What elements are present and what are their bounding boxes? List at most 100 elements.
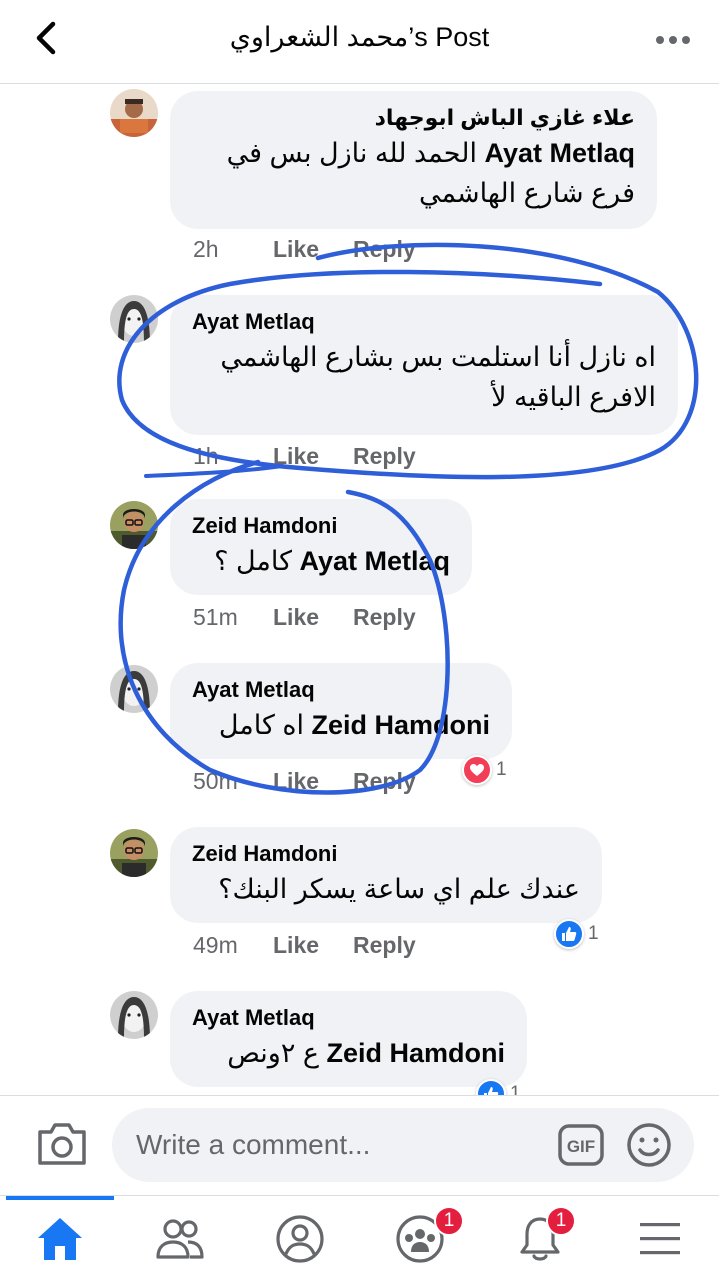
- avatar[interactable]: [110, 501, 158, 549]
- comment-text-line1: اه نازل أنا استلمت بس بشارع الهاشمي: [220, 342, 656, 372]
- like-reaction-icon: [554, 919, 584, 949]
- tab-groups[interactable]: 1: [360, 1196, 480, 1280]
- comment-bubble[interactable]: Ayat Metlaq اه نازل أنا استلمت بس بشارع …: [170, 295, 678, 435]
- comment-actions: 50m Like Reply: [193, 768, 416, 795]
- reply-link[interactable]: Reply: [353, 604, 416, 631]
- comment-time[interactable]: 51m: [193, 604, 273, 631]
- reaction-count: 1: [588, 923, 599, 944]
- comment-actions: 2h Like Reply: [193, 236, 416, 263]
- hamburger-menu-icon: [640, 1222, 680, 1254]
- like-reaction-icon: [476, 1079, 506, 1095]
- more-dots-icon: [656, 36, 690, 44]
- tab-notifications[interactable]: 1: [480, 1196, 600, 1280]
- comments-list: علاء غازي الباش ابوجهاد Ayat Metlaq الحم…: [0, 85, 719, 1095]
- comment-author[interactable]: Ayat Metlaq: [192, 1003, 505, 1033]
- comment-bubble[interactable]: Zeid Hamdoni عندك علم اي ساعة يسكر البنك…: [170, 827, 602, 923]
- tab-friends[interactable]: [120, 1196, 240, 1280]
- emoji-icon: [627, 1123, 671, 1167]
- comment-bubble[interactable]: علاء غازي الباش ابوجهاد Ayat Metlaq الحم…: [170, 91, 657, 229]
- more-options-button[interactable]: [651, 22, 695, 58]
- comment-time[interactable]: 2h: [193, 236, 273, 263]
- reaction-summary[interactable]: 1: [462, 755, 507, 785]
- notifications-badge: 1: [546, 1206, 576, 1236]
- comment-actions: 51m Like Reply: [193, 604, 416, 631]
- comment-bubble[interactable]: Ayat Metlaq Zeid Hamdoni اه كامل: [170, 663, 512, 759]
- comment-text-body: كامل ؟: [214, 546, 292, 576]
- gif-icon: GIF: [558, 1124, 604, 1166]
- avatar[interactable]: [110, 829, 158, 877]
- comment-author[interactable]: Ayat Metlaq: [192, 307, 656, 337]
- comment-text: Ayat Metlaq الحمد لله نازل بس في: [192, 133, 635, 173]
- tab-active-indicator: [6, 1196, 114, 1200]
- mention-link[interactable]: Ayat Metlaq: [299, 546, 450, 576]
- reply-link[interactable]: Reply: [353, 768, 416, 795]
- home-icon: [38, 1217, 82, 1260]
- like-link[interactable]: Like: [273, 604, 353, 631]
- avatar[interactable]: [110, 665, 158, 713]
- bottom-tab-bar: 1 1: [0, 1195, 719, 1280]
- comment-input[interactable]: [136, 1108, 536, 1182]
- avatar-photo-icon: [110, 501, 158, 549]
- mention-link[interactable]: Ayat Metlaq: [484, 138, 635, 168]
- camera-icon: [38, 1123, 86, 1165]
- reply-link[interactable]: Reply: [353, 236, 416, 263]
- like-link[interactable]: Like: [273, 236, 353, 263]
- reaction-count: 1: [510, 1083, 521, 1095]
- comment-input-wrapper: GIF: [112, 1108, 694, 1182]
- avatar-photo-icon: [110, 991, 158, 1039]
- friends-icon: [156, 1218, 204, 1259]
- avatar[interactable]: [110, 295, 158, 343]
- comment-time[interactable]: 1h: [193, 443, 273, 470]
- comment-time[interactable]: 50m: [193, 768, 273, 795]
- comment-actions: 1h Like Reply: [193, 443, 416, 470]
- comment-text: Zeid Hamdoni اه كامل: [192, 705, 490, 745]
- comment-author[interactable]: Zeid Hamdoni: [192, 511, 450, 541]
- love-reaction-icon: [462, 755, 492, 785]
- comment-text-line2: الافرع الباقيه لأ: [491, 382, 656, 412]
- avatar[interactable]: [110, 991, 158, 1039]
- avatar-photo-icon: [110, 665, 158, 713]
- post-header: محمد الشعراوي’s Post: [0, 0, 719, 84]
- comment-bubble[interactable]: Ayat Metlaq Zeid Hamdoni ع ٢ونص: [170, 991, 527, 1087]
- like-link[interactable]: Like: [273, 768, 353, 795]
- comment-author[interactable]: Ayat Metlaq: [192, 675, 490, 705]
- reaction-count: 1: [496, 759, 507, 780]
- comment-text-body: ع ٢ونص: [227, 1038, 319, 1068]
- tab-menu[interactable]: [600, 1196, 719, 1280]
- gif-button[interactable]: GIF: [558, 1124, 604, 1166]
- comment-author[interactable]: علاء غازي الباش ابوجهاد: [192, 103, 635, 133]
- reaction-summary[interactable]: 1: [554, 919, 599, 949]
- avatar-photo-icon: [110, 295, 158, 343]
- profile-icon: [276, 1214, 324, 1263]
- page-title: محمد الشعراوي’s Post: [229, 22, 490, 52]
- back-button[interactable]: [26, 18, 66, 58]
- tab-profile[interactable]: [240, 1196, 360, 1280]
- comment-author[interactable]: Zeid Hamdoni: [192, 839, 580, 869]
- reaction-summary[interactable]: 1: [476, 1079, 521, 1095]
- comment-text-line1: الحمد لله نازل بس في: [226, 138, 477, 168]
- like-link[interactable]: Like: [273, 932, 353, 959]
- mention-link[interactable]: Zeid Hamdoni: [326, 1038, 505, 1068]
- comment-bubble[interactable]: Zeid Hamdoni Ayat Metlaq كامل ؟: [170, 499, 472, 595]
- chevron-left-icon: [36, 21, 56, 55]
- comment-text: Ayat Metlaq كامل ؟: [192, 541, 450, 581]
- groups-badge: 1: [434, 1206, 464, 1236]
- comment-time[interactable]: 49m: [193, 932, 273, 959]
- mention-link[interactable]: Zeid Hamdoni: [311, 710, 490, 740]
- emoji-button[interactable]: [626, 1122, 672, 1168]
- comment-actions: 49m Like Reply: [193, 932, 416, 959]
- camera-button[interactable]: [36, 1120, 88, 1168]
- like-link[interactable]: Like: [273, 443, 353, 470]
- gif-label: GIF: [567, 1137, 595, 1156]
- avatar-photo-icon: [110, 829, 158, 877]
- comment-text: Zeid Hamdoni ع ٢ونص: [192, 1033, 505, 1073]
- tab-home[interactable]: [0, 1196, 120, 1280]
- comment-text-line2: فرع شارع الهاشمي: [418, 178, 635, 208]
- avatar-photo-icon: [110, 89, 158, 137]
- reply-link[interactable]: Reply: [353, 443, 416, 470]
- comment-composer: GIF: [0, 1095, 719, 1195]
- reply-link[interactable]: Reply: [353, 932, 416, 959]
- avatar[interactable]: [110, 89, 158, 137]
- comment-text-body: اه كامل: [218, 710, 304, 740]
- comment-text-body: عندك علم اي ساعة يسكر البنك؟: [218, 874, 580, 904]
